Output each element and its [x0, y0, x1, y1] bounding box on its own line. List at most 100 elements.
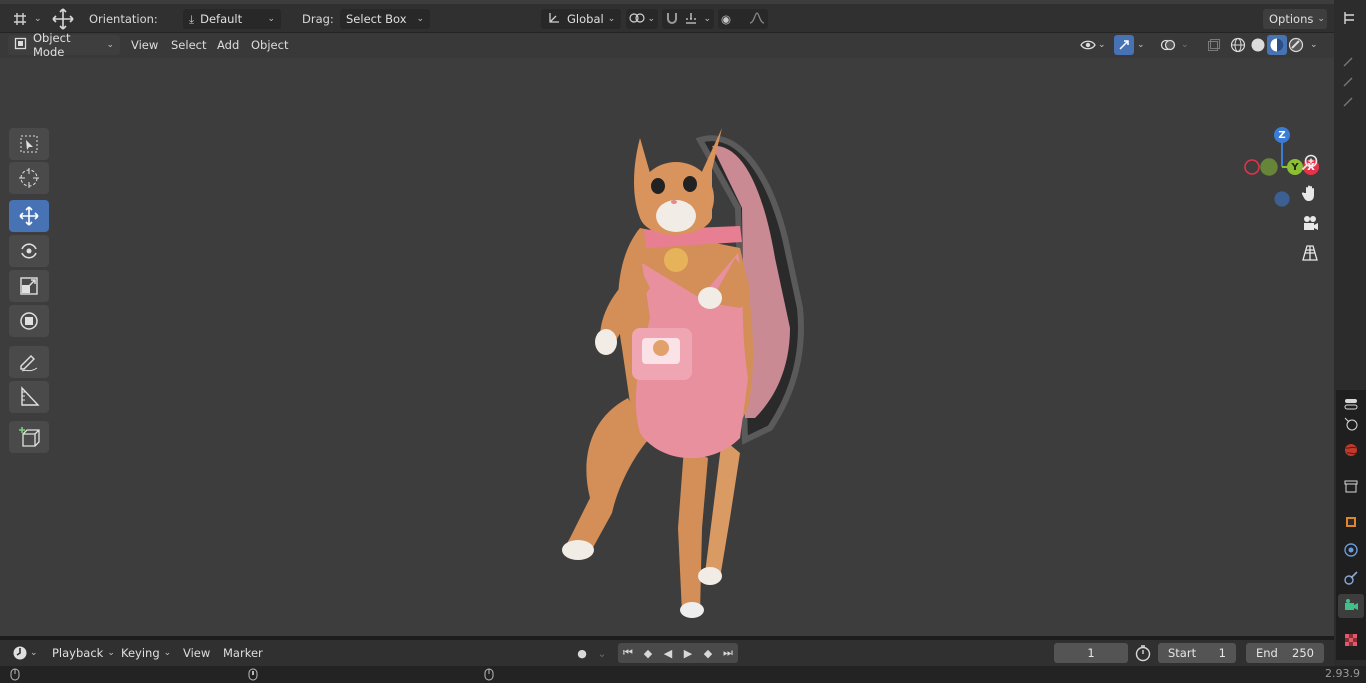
annotate-pencil-icon — [20, 355, 38, 372]
stopwatch-icon[interactable] — [1134, 644, 1152, 665]
menu-object[interactable]: Object — [244, 35, 295, 55]
auto-keying-toggle[interactable]: ● ⌄ — [572, 643, 612, 663]
jump-to-start-icon[interactable]: ⏮ — [618, 643, 638, 663]
mode-dropdown[interactable]: Object Mode ⌄ — [8, 31, 120, 59]
editor-type-button[interactable]: ⌄ — [10, 9, 42, 29]
chevron-down-icon: ⌄ — [1181, 40, 1189, 50]
overlays-toggle[interactable]: ⌄ — [1158, 35, 1189, 55]
shading-rendered-button[interactable] — [1286, 35, 1306, 55]
visibility-dropdown[interactable]: ⌄ — [1078, 35, 1106, 55]
end-frame-value: 250 — [1292, 646, 1314, 660]
constraint-icon — [1344, 571, 1358, 585]
status-bar: 2.93.9 — [0, 666, 1366, 683]
transform-tool-button[interactable] — [9, 305, 49, 337]
xray-toggle[interactable] — [1204, 35, 1224, 55]
gizmo-z-axis[interactable]: Z — [1274, 127, 1290, 143]
marker-menu[interactable]: Marker — [216, 643, 270, 663]
camera-data-tab[interactable] — [1338, 594, 1364, 618]
drag-label: Drag: — [302, 12, 334, 26]
jump-to-next-keyframe-icon[interactable]: ◆ — [698, 643, 718, 663]
chevron-down-icon: ⌄ — [647, 14, 655, 24]
play-icon[interactable]: ▶ — [678, 643, 698, 663]
transform-space-value: Global — [567, 12, 604, 26]
end-frame-field[interactable]: End 250 — [1246, 643, 1324, 663]
collection-tab[interactable] — [1338, 474, 1364, 498]
rotate-tool-button[interactable] — [9, 235, 49, 267]
jump-to-end-icon[interactable]: ⏭ — [718, 643, 738, 663]
drag-dropdown[interactable]: Select Box ⌄ — [340, 9, 430, 29]
timeline-view-menu[interactable]: View — [176, 643, 217, 663]
add-cube-tool-button[interactable] — [9, 421, 49, 453]
menu-add[interactable]: Add — [210, 35, 246, 55]
chevron-down-icon: ⌄ — [592, 643, 612, 663]
move-tool-button[interactable] — [9, 200, 49, 232]
gizmo-toggle[interactable]: ⌄ — [1114, 35, 1145, 55]
chevron-down-icon: ⌄ — [267, 14, 275, 24]
zoom-button[interactable] — [1296, 149, 1324, 177]
chevron-down-icon: ⌄ — [163, 648, 172, 658]
playback-menu[interactable]: Playback ⌄ — [46, 643, 121, 663]
playback-label: Playback — [52, 646, 104, 660]
snap-toggle[interactable]: ⌄ — [662, 9, 714, 29]
shading-options-dropdown[interactable]: ⌄ — [1306, 35, 1318, 55]
jump-to-prev-keyframe-icon[interactable]: ◆ — [638, 643, 658, 663]
chevron-down-icon: ⌄ — [34, 14, 42, 24]
scale-tool-button[interactable] — [9, 270, 49, 302]
cursor-tool-button[interactable] — [9, 162, 49, 194]
proportional-edit-toggle[interactable]: ◉ — [718, 9, 768, 29]
drag-value: Select Box — [346, 12, 407, 26]
xray-icon — [1204, 35, 1224, 55]
collection-box-icon — [1344, 480, 1358, 493]
tool-settings-header: ⌄ Orientation: ⤓ Default ⌄ Drag: Select … — [0, 0, 1366, 33]
start-frame-field[interactable]: Start 1 — [1158, 643, 1236, 663]
transform-orientation-dropdown[interactable]: Global ⌄ — [541, 9, 621, 29]
render-tab[interactable] — [1338, 412, 1364, 436]
proportional-edit-icon: ◉ — [721, 12, 732, 26]
camera-icon — [1304, 216, 1318, 230]
menu-view[interactable]: View — [124, 35, 165, 55]
chevron-down-icon: ⌄ — [107, 648, 115, 658]
annotate-tool-button[interactable] — [9, 346, 49, 378]
record-icon: ● — [572, 643, 592, 663]
play-reverse-icon[interactable]: ◀ — [658, 643, 678, 663]
measure-tool-button[interactable] — [9, 381, 49, 413]
world-icon — [1345, 444, 1357, 456]
pan-button[interactable] — [1296, 179, 1324, 207]
current-frame-field[interactable]: 1 — [1054, 643, 1128, 663]
physics-tab[interactable] — [1338, 538, 1364, 562]
orientation-dropdown[interactable]: ⤓ Default ⌄ — [183, 9, 281, 29]
shading-material-button[interactable] — [1267, 35, 1287, 55]
snap-increment-icon — [684, 11, 698, 28]
rendered-sphere-icon — [1286, 35, 1306, 55]
solid-sphere-icon — [1248, 35, 1268, 55]
falloff-icon — [749, 11, 765, 28]
texture-tab[interactable] — [1338, 628, 1364, 652]
annotation-pencil-icon — [1342, 54, 1356, 117]
shading-wireframe-button[interactable] — [1228, 35, 1248, 55]
mouse-right-icon — [484, 668, 494, 683]
scale-icon — [20, 277, 38, 295]
3d-viewport[interactable]: Z Y X — [0, 58, 1334, 636]
move-tool-icon[interactable] — [51, 7, 75, 31]
select-box-tool-button[interactable] — [9, 128, 49, 160]
timeline-editor-type-button[interactable]: ⌄ — [10, 643, 38, 663]
chevron-down-icon: ⌄ — [1098, 40, 1106, 50]
physics-orbit-icon — [1344, 543, 1358, 557]
gizmo-icon — [1114, 35, 1134, 55]
world-tab[interactable] — [1338, 438, 1364, 462]
chevron-down-icon: ⌄ — [416, 14, 424, 24]
outliner-icon[interactable] — [1342, 10, 1358, 29]
perspective-toggle-button[interactable] — [1296, 239, 1324, 267]
pivot-point-dropdown[interactable]: ⌄ — [626, 9, 658, 29]
select-box-icon — [20, 135, 38, 153]
object-tab[interactable] — [1338, 510, 1364, 534]
shading-solid-button[interactable] — [1248, 35, 1268, 55]
keying-menu[interactable]: Keying ⌄ — [115, 643, 178, 663]
camera-view-button[interactable] — [1296, 209, 1324, 237]
wireframe-sphere-icon — [1228, 35, 1248, 55]
menu-select[interactable]: Select — [164, 35, 213, 55]
render-icon — [1344, 417, 1358, 431]
chevron-down-icon: ⌄ — [1310, 40, 1318, 50]
constraints-tab[interactable] — [1338, 566, 1364, 590]
options-dropdown[interactable]: Options ⌄ — [1263, 9, 1327, 29]
